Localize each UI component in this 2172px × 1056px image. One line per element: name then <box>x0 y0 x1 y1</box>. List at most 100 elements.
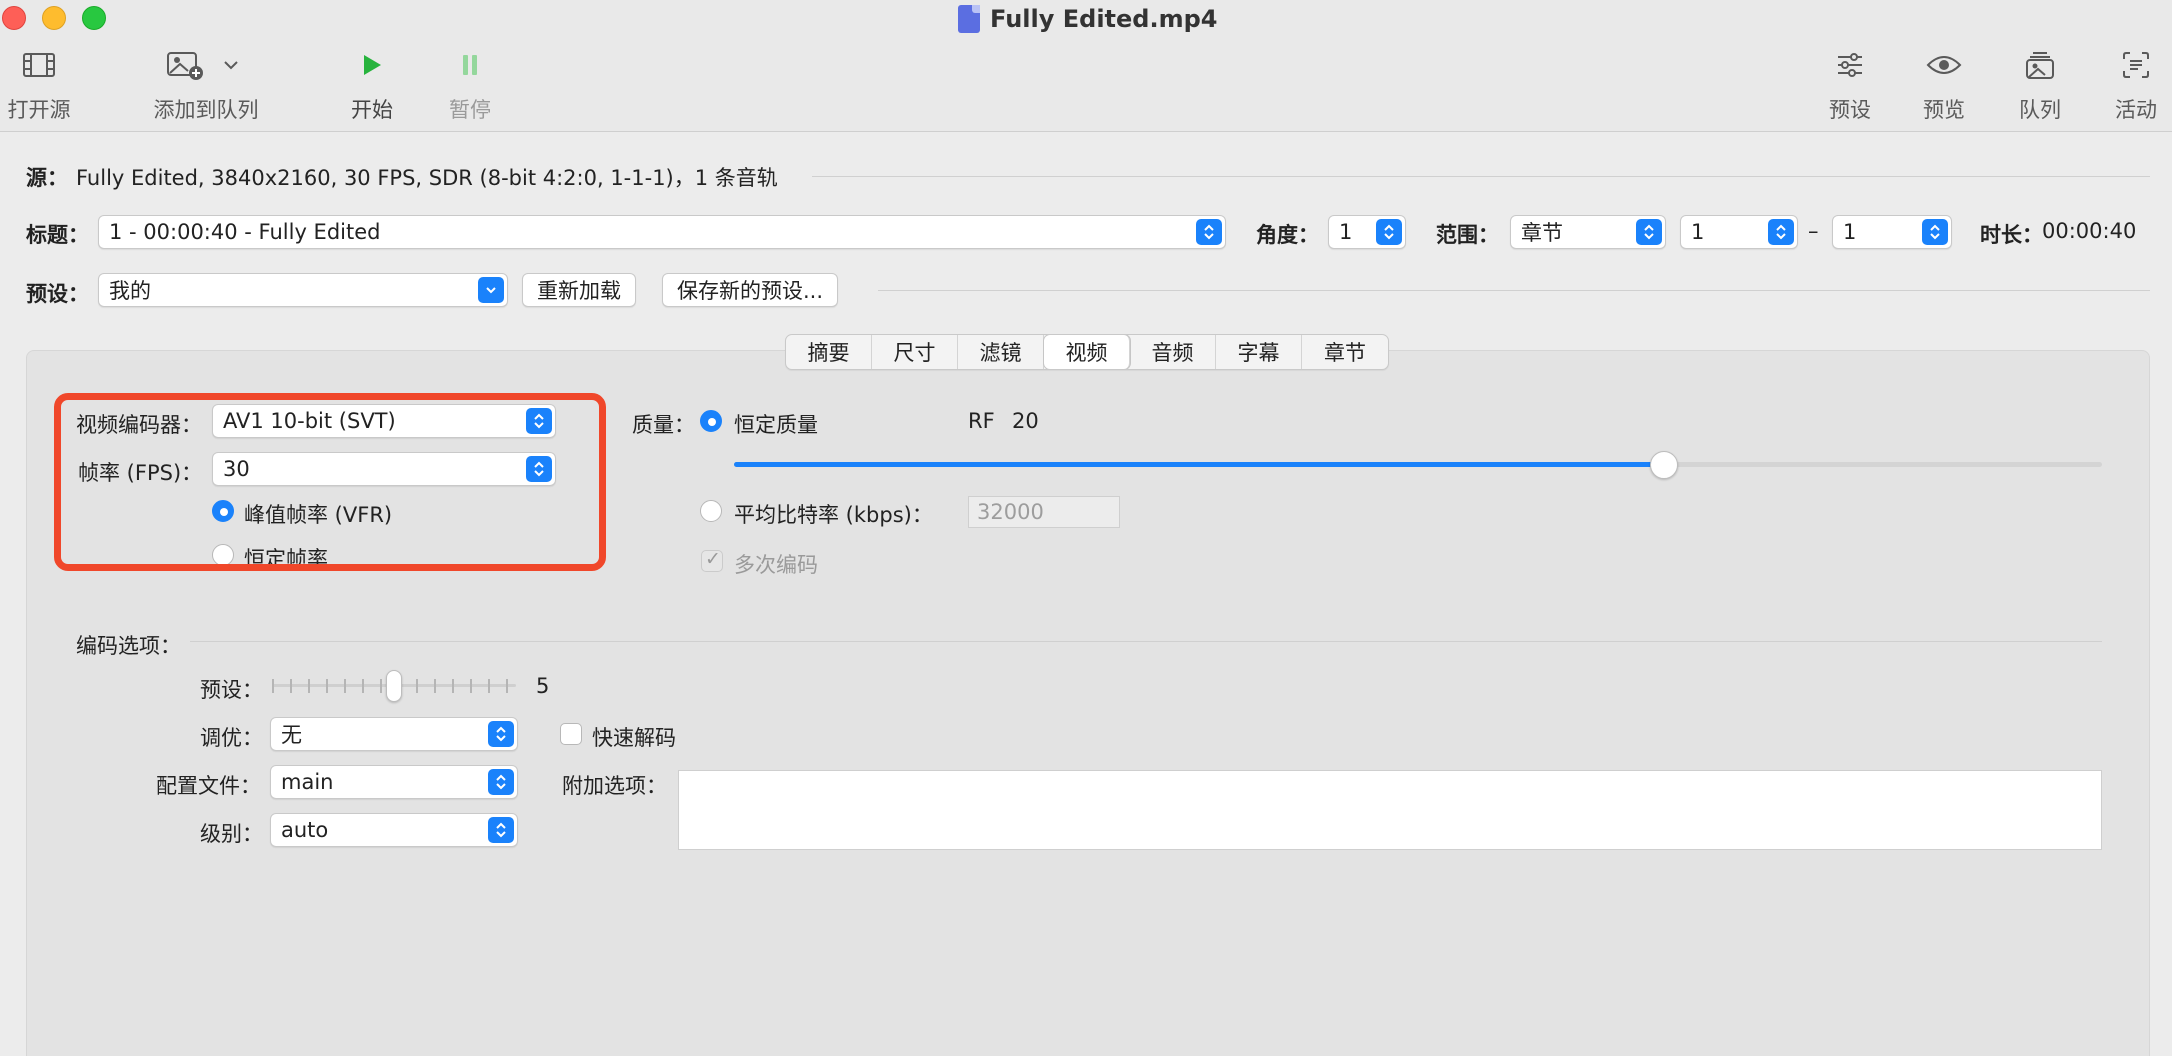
multipass-checkbox[interactable] <box>701 548 723 572</box>
constant-quality-radio[interactable] <box>700 410 722 432</box>
rf-value: 20 <box>1012 409 1039 433</box>
updown-arrows-icon <box>488 769 514 795</box>
updown-arrows-icon <box>1768 219 1794 245</box>
play-icon <box>360 48 384 82</box>
range-type-select[interactable]: 章节 <box>1510 215 1666 249</box>
add-to-queue-button[interactable]: 添加到队列 <box>148 48 264 124</box>
fast-decode-checkbox[interactable] <box>560 723 582 745</box>
minimize-window-button[interactable] <box>42 6 66 30</box>
film-icon <box>22 48 56 82</box>
updown-arrows-icon <box>1196 219 1222 245</box>
preset-speed-tick <box>434 679 436 693</box>
start-label: 开始 <box>351 98 393 122</box>
constant-quality-label: 恒定质量 <box>734 413 818 437</box>
save-new-preset-button[interactable]: 保存新的预设... <box>662 273 839 307</box>
preset-speed-tick <box>290 679 292 693</box>
tab-chapters[interactable]: 章节 <box>1302 335 1388 369</box>
preset-speed-knob[interactable] <box>386 670 402 702</box>
preset-speed-tick <box>380 679 382 693</box>
duration-label: 时长： <box>1980 223 2043 247</box>
extra-options-label: 附加选项： <box>562 774 667 798</box>
level-label: 级别： <box>200 822 263 846</box>
rf-label: RF <box>968 409 995 433</box>
chevron-down-icon[interactable] <box>222 59 240 71</box>
avg-bitrate-radio[interactable] <box>700 500 722 522</box>
preset-speed-tick <box>344 679 346 693</box>
tab-video[interactable]: 视频 <box>1044 335 1130 369</box>
pause-label: 暂停 <box>449 98 491 122</box>
open-source-button[interactable]: 打开源 <box>2 48 76 124</box>
updown-arrows-icon <box>488 817 514 843</box>
range-end-value: 1 <box>1843 220 1857 244</box>
preset-select[interactable]: 我的 <box>98 273 508 307</box>
range-start-select[interactable]: 1 <box>1680 215 1798 249</box>
pause-button[interactable]: 暂停 <box>444 48 496 124</box>
pause-icon <box>460 48 480 82</box>
range-label: 范围： <box>1436 223 1499 247</box>
source-separator <box>812 176 2150 177</box>
preset-select-value: 我的 <box>109 279 151 303</box>
updown-arrows-icon <box>1376 219 1402 245</box>
preset-speed-tick <box>308 679 310 693</box>
close-window-button[interactable] <box>2 6 26 30</box>
level-select[interactable]: auto <box>270 813 518 847</box>
photo-stack-icon <box>2025 48 2055 82</box>
sliders-icon <box>1835 48 1865 82</box>
document-icon <box>958 5 980 33</box>
updown-arrows-icon <box>488 721 514 747</box>
activity-label: 活动 <box>2115 98 2157 122</box>
reload-preset-button[interactable]: 重新加载 <box>522 273 636 307</box>
preset-speed-label: 预设： <box>200 678 263 702</box>
source-label: 源： <box>26 166 68 190</box>
zoom-window-button[interactable] <box>82 6 106 30</box>
window-title-text: Fully Edited.mp4 <box>990 5 1218 33</box>
activity-log-icon <box>2122 48 2150 82</box>
tune-select-value: 无 <box>281 723 302 747</box>
multipass-label: 多次编码 <box>734 553 818 577</box>
title-select-value: 1 - 00:00:40 - Fully Edited <box>109 220 381 244</box>
duration-value: 00:00:40 <box>2042 219 2137 243</box>
preset-separator <box>878 290 2150 291</box>
start-button[interactable]: 开始 <box>346 48 398 124</box>
chevron-down-icon <box>478 277 504 303</box>
tab-dimensions[interactable]: 尺寸 <box>872 335 958 369</box>
tab-audio[interactable]: 音频 <box>1130 335 1216 369</box>
quality-label: 质量： <box>632 413 695 437</box>
angle-select[interactable]: 1 <box>1328 215 1406 249</box>
avg-bitrate-label: 平均比特率 (kbps)： <box>734 503 933 527</box>
tab-filters[interactable]: 滤镜 <box>958 335 1044 369</box>
profile-label: 配置文件： <box>156 774 261 798</box>
activity-button[interactable]: 活动 <box>2110 48 2162 124</box>
tab-summary[interactable]: 摘要 <box>786 335 872 369</box>
preset-speed-tick <box>326 679 328 693</box>
preset-speed-tick <box>362 679 364 693</box>
angle-label: 角度： <box>1256 223 1319 247</box>
updown-arrows-icon <box>1636 219 1662 245</box>
tune-select[interactable]: 无 <box>270 717 518 751</box>
preset-speed-value: 5 <box>536 674 550 698</box>
profile-select[interactable]: main <box>270 765 518 799</box>
encoder-options-header: 编码选项： <box>76 634 181 658</box>
title-label: 标题： <box>26 223 89 247</box>
level-select-value: auto <box>281 818 329 842</box>
presets-button[interactable]: 预设 <box>1824 48 1876 124</box>
range-end-select[interactable]: 1 <box>1832 215 1952 249</box>
open-source-label: 打开源 <box>7 98 71 122</box>
queue-label: 队列 <box>2019 98 2061 122</box>
preview-button[interactable]: 预览 <box>1918 48 1970 124</box>
bitrate-input[interactable]: 32000 <box>968 496 1120 528</box>
encoder-highlight-box <box>54 393 606 571</box>
extra-options-textarea[interactable] <box>678 770 2102 850</box>
title-select[interactable]: 1 - 00:00:40 - Fully Edited <box>98 215 1226 249</box>
angle-select-value: 1 <box>1339 220 1353 244</box>
eye-icon <box>1926 48 1962 82</box>
queue-button[interactable]: 队列 <box>2014 48 2066 124</box>
preset-speed-tick <box>470 679 472 693</box>
add-photo-icon <box>167 52 203 80</box>
tab-subtitles[interactable]: 字幕 <box>1216 335 1302 369</box>
encoder-options-separator <box>190 641 2102 642</box>
updown-arrows-icon <box>1922 219 1948 245</box>
preview-label: 预览 <box>1923 98 1965 122</box>
preset-speed-tick <box>506 679 508 693</box>
range-start-value: 1 <box>1691 220 1705 244</box>
